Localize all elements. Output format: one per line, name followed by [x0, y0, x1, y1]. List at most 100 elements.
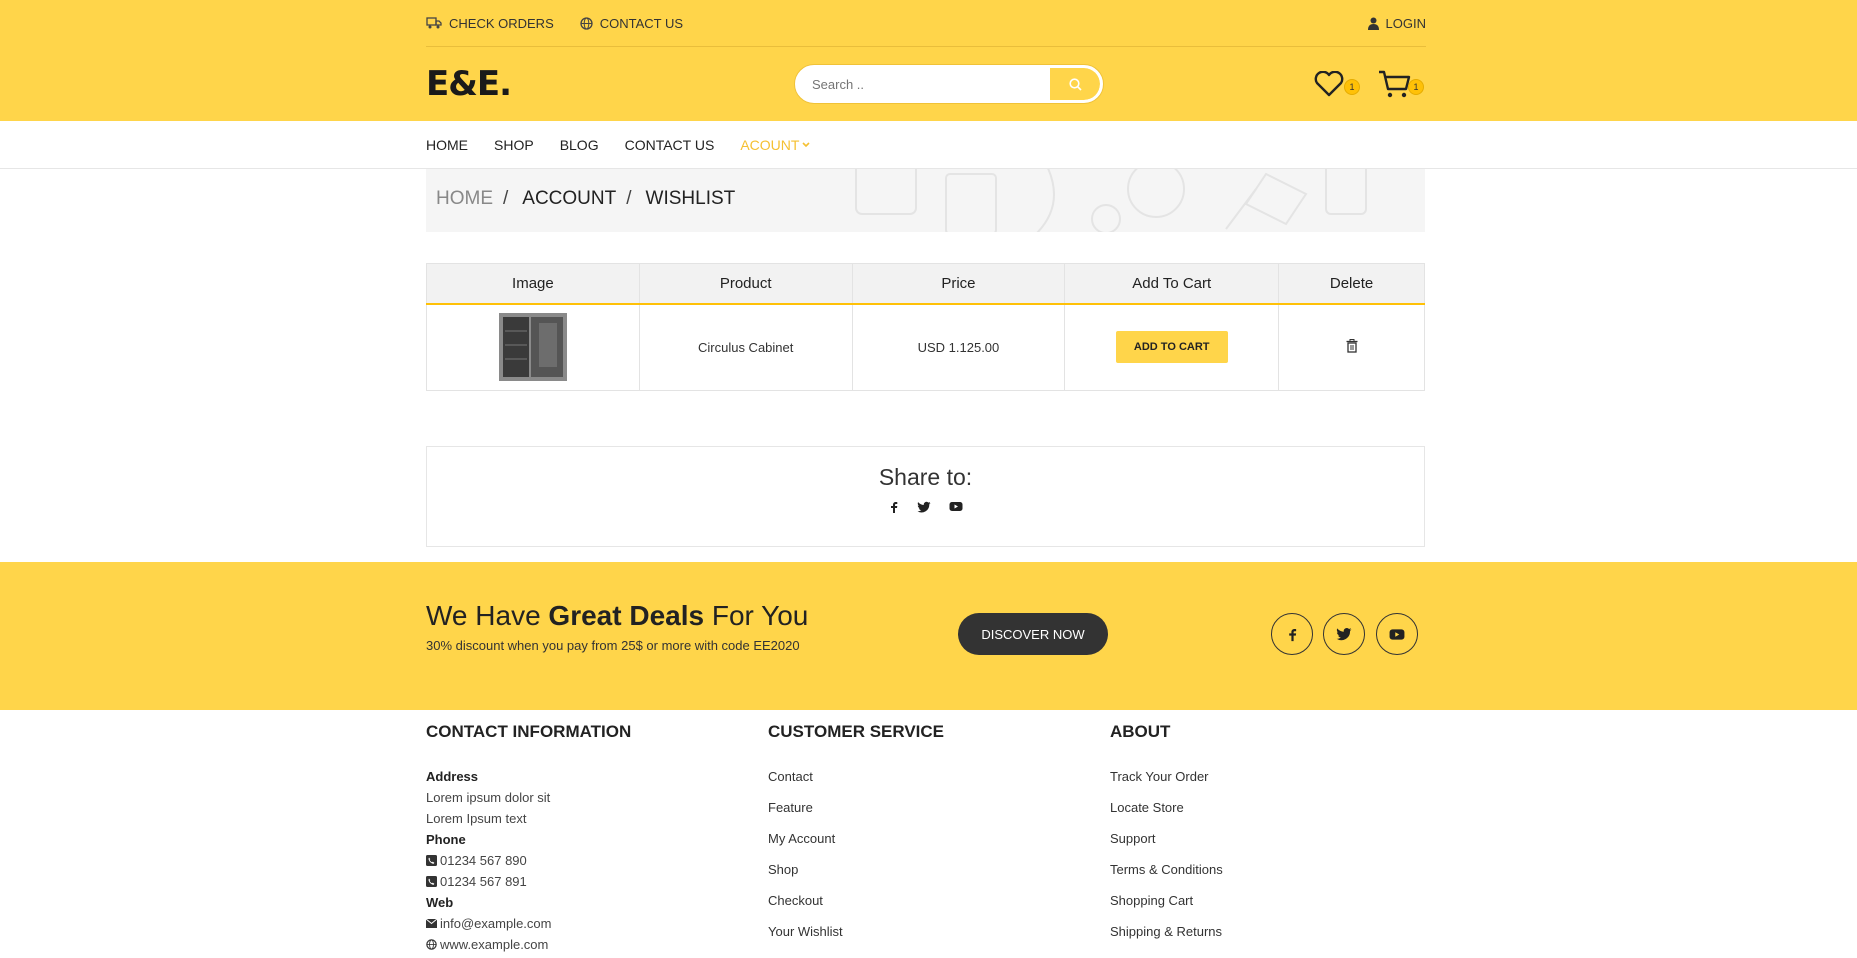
footer-link-feature[interactable]: Feature — [768, 797, 944, 828]
discover-now-button[interactable]: DISCOVER NOW — [958, 613, 1108, 655]
footer-link-track-order[interactable]: Track Your Order — [1110, 766, 1223, 797]
phone-line[interactable]: 01234 567 891 — [426, 871, 631, 892]
heart-icon — [1314, 71, 1344, 97]
search-box — [795, 65, 1103, 103]
footer-link-terms[interactable]: Terms & Conditions — [1110, 859, 1223, 890]
site-header: CHECK ORDERS CONTACT US LOGIN E&E. Searc… — [0, 0, 1857, 121]
cabinet-image — [498, 313, 567, 382]
twitter-icon[interactable] — [917, 501, 931, 513]
add-to-cart-button[interactable]: ADD TO CART — [1115, 331, 1228, 364]
nav-blog[interactable]: BLOG — [560, 137, 599, 153]
globe-icon — [426, 939, 437, 950]
about-column: ABOUT Track Your Order Locate Store Supp… — [1110, 722, 1223, 952]
globe-icon — [580, 16, 593, 30]
search-icon — [1068, 77, 1082, 91]
user-icon — [1367, 17, 1379, 30]
header-add-to-cart: Add To Cart — [1064, 263, 1280, 305]
share-box: Share to: — [426, 446, 1425, 547]
search-button[interactable] — [1050, 68, 1100, 100]
twitter-icon — [1336, 628, 1352, 641]
phone-icon — [426, 855, 437, 866]
contact-info-heading: CONTACT INFORMATION — [426, 722, 632, 741]
phone-number: 01234 567 891 — [440, 874, 527, 889]
nav-shop[interactable]: SHOP — [494, 137, 534, 153]
table-header-row: Image Product Price Add To Cart Delete — [426, 263, 1425, 305]
header-product: Product — [639, 263, 853, 305]
facebook-icon — [1288, 628, 1296, 641]
site-footer: CONTACT INFORMATION Address Lorem ipsum … — [426, 710, 1426, 958]
site-logo[interactable]: E&E. — [426, 64, 512, 104]
nav-account-label: ACOUNT — [740, 137, 800, 153]
footer-link-shipping-returns[interactable]: Shipping & Returns — [1110, 921, 1223, 952]
youtube-icon[interactable] — [949, 501, 963, 512]
facebook-social-button[interactable] — [1271, 613, 1313, 655]
breadcrumb: HOME / ACCOUNT / WISHLIST — [426, 169, 1425, 232]
website-url: www.example.com — [440, 937, 549, 952]
phone-icon — [426, 876, 437, 887]
top-bar: CHECK ORDERS CONTACT US LOGIN — [426, 0, 1426, 47]
address-line: Lorem ipsum dolor sit — [426, 790, 551, 805]
product-name[interactable]: Circulus Cabinet — [639, 303, 853, 391]
check-orders-label: CHECK ORDERS — [449, 15, 554, 31]
address-label: Address — [426, 769, 479, 784]
truck-icon — [426, 17, 442, 29]
breadcrumb-current: WISHLIST — [645, 188, 736, 209]
header-delete: Delete — [1278, 263, 1425, 305]
table-row: Circulus Cabinet USD 1.125.00 ADD TO CAR… — [426, 303, 1425, 391]
header-image: Image — [426, 263, 640, 305]
nav-account[interactable]: ACOUNT — [740, 137, 811, 153]
footer-link-your-wishlist[interactable]: Your Wishlist — [768, 921, 944, 952]
footer-link-locate-store[interactable]: Locate Store — [1110, 797, 1223, 828]
contact-info-column: CONTACT INFORMATION Address Lorem ipsum … — [426, 722, 631, 955]
breadcrumb-account[interactable]: ACCOUNT — [522, 188, 616, 210]
youtube-social-button[interactable] — [1376, 613, 1418, 655]
footer-link-my-account[interactable]: My Account — [768, 828, 944, 859]
customer-service-column: CUSTOMER SERVICE Contact Feature My Acco… — [768, 722, 944, 952]
contact-us-link[interactable]: CONTACT US — [580, 16, 683, 31]
footer-link-support[interactable]: Support — [1110, 828, 1223, 859]
phone-line[interactable]: 01234 567 890 — [426, 850, 631, 871]
email-line[interactable]: info@example.com — [426, 913, 631, 934]
address-line: Lorem Ipsum text — [426, 811, 527, 826]
footer-link-shopping-cart[interactable]: Shopping Cart — [1110, 890, 1223, 921]
website-line[interactable]: www.example.com — [426, 934, 631, 955]
nav-home[interactable]: HOME — [426, 137, 468, 153]
wishlist-count-badge: 1 — [1344, 79, 1360, 95]
twitter-social-button[interactable] — [1323, 613, 1365, 655]
cart-button[interactable]: 1 — [1378, 67, 1426, 101]
phone-label: Phone — [426, 832, 466, 847]
product-thumbnail[interactable] — [498, 313, 567, 382]
youtube-icon — [1389, 628, 1405, 640]
deals-title-post: For You — [704, 600, 809, 631]
deals-title: We Have Great Deals For You — [426, 600, 808, 632]
cart-icon — [1379, 70, 1411, 98]
web-label: Web — [426, 895, 454, 910]
deals-title-bold: Great Deals — [548, 600, 705, 631]
wishlist-button[interactable]: 1 — [1314, 67, 1362, 101]
wishlist-table: Image Product Price Add To Cart Delete C… — [426, 263, 1425, 391]
share-title: Share to: — [878, 464, 973, 490]
breadcrumb-separator: / — [503, 188, 509, 209]
footer-link-contact[interactable]: Contact — [768, 766, 944, 797]
about-heading: ABOUT — [1110, 722, 1171, 741]
header-price: Price — [852, 263, 1066, 305]
login-link[interactable]: LOGIN — [1367, 15, 1426, 31]
deals-title-pre: We Have — [426, 600, 549, 631]
login-label: LOGIN — [1385, 15, 1426, 31]
footer-link-shop[interactable]: Shop — [768, 859, 944, 890]
nav-contact-us[interactable]: CONTACT US — [625, 137, 715, 153]
chevron-down-icon — [802, 142, 811, 148]
deals-subtitle: 30% discount when you pay from 25$ or mo… — [426, 638, 800, 653]
product-price: USD 1.125.00 — [852, 303, 1066, 391]
envelope-icon — [426, 919, 437, 928]
footer-link-checkout[interactable]: Checkout — [768, 890, 944, 921]
trash-icon[interactable] — [1346, 338, 1358, 353]
search-input[interactable] — [798, 68, 1050, 100]
check-orders-link[interactable]: CHECK ORDERS — [426, 16, 554, 31]
cart-count-badge: 1 — [1408, 79, 1424, 95]
facebook-icon[interactable] — [889, 501, 899, 513]
breadcrumb-home[interactable]: HOME — [436, 188, 493, 210]
customer-service-heading: CUSTOMER SERVICE — [768, 722, 945, 741]
contact-us-label: CONTACT US — [599, 15, 684, 31]
breadcrumb-separator: / — [626, 188, 632, 209]
